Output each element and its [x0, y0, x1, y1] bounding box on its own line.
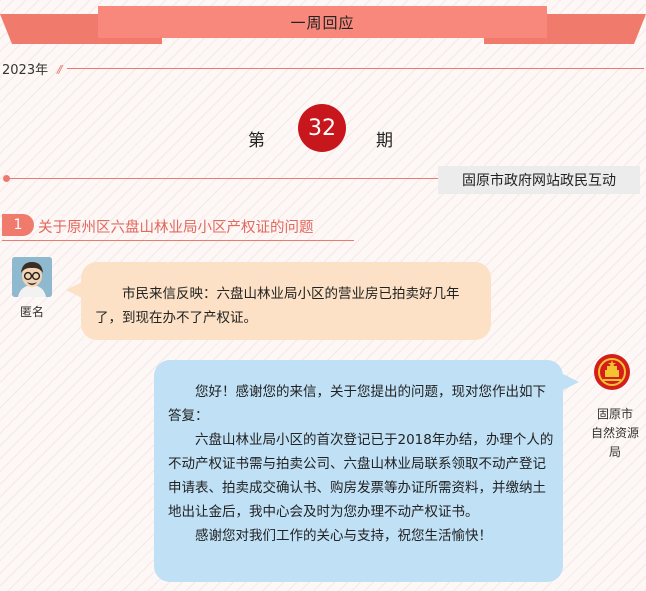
- national-emblem-icon: [594, 354, 630, 390]
- reply-bubble-tail: [563, 374, 579, 390]
- citizen-name: 匿名: [19, 305, 44, 319]
- reply-paragraph-1: 您好！感谢您的来信，关于您提出的问题，现对您作出如下答复：: [168, 384, 546, 424]
- slash-decoration: //: [57, 63, 63, 76]
- citizen-avatar-icon: [12, 257, 52, 297]
- question-underline: [2, 240, 354, 241]
- year-divider: [67, 68, 644, 69]
- reply-paragraph-2: 六盘山林业局小区的首次登记已于2018年办结，办理个人的不动产权证书需与拍卖公司…: [168, 432, 554, 520]
- question-title: 关于原州区六盘山林业局小区产权证的问题: [38, 220, 314, 236]
- citizen-message-text: 市民来信反映：六盘山林业局小区的营业房已拍卖好几年了，到现在办不了产权证。: [95, 286, 460, 326]
- issue-suffix: 期: [376, 131, 393, 151]
- source-divider: [8, 178, 438, 179]
- agency-line-3: 局: [608, 445, 621, 459]
- citizen-bubble-tail: [66, 282, 82, 298]
- question-index-badge: 1: [2, 214, 34, 236]
- agency-line-1: 固原市: [596, 407, 633, 421]
- issue-number-badge: 32: [298, 104, 346, 152]
- reply-agency: 固原市 自然资源 局: [585, 405, 645, 462]
- reply-paragraph-3: 感谢您对我们工作的关心与支持，祝您生活愉快！: [195, 528, 492, 544]
- citizen-message: 市民来信反映：六盘山林业局小区的营业房已拍卖好几年了，到现在办不了产权证。: [95, 282, 480, 330]
- agency-line-2: 自然资源: [590, 426, 639, 440]
- year-label: 2023年: [2, 63, 49, 78]
- header-title: 一周回应: [98, 6, 547, 38]
- issue-prefix: 第: [248, 131, 265, 151]
- reply-content: 您好！感谢您的来信，关于您提出的问题，现对您作出如下答复： 六盘山林业局小区的首…: [168, 380, 556, 548]
- source-label: 固原市政府网站政民互动: [438, 166, 640, 194]
